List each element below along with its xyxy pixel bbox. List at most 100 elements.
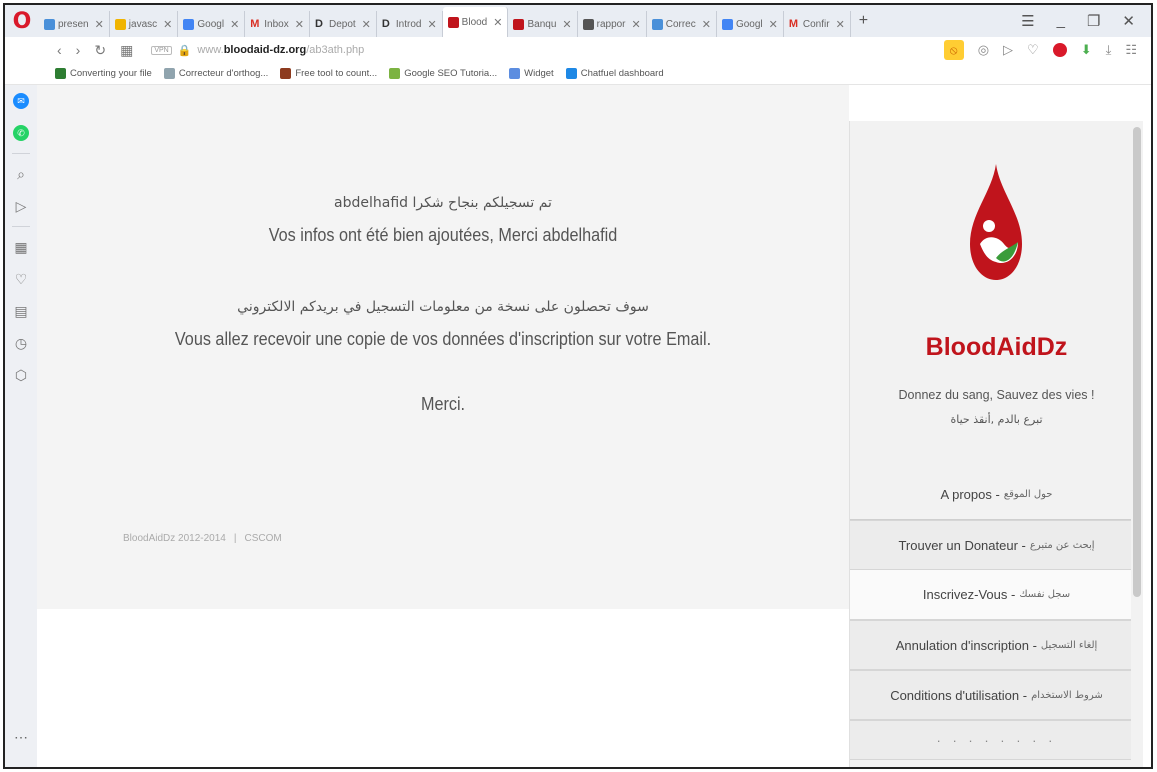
forward-icon[interactable]: › [76,42,81,58]
menu-item-terms[interactable]: Conditions d'utilisation - شروط الاستخدام [850,670,1143,720]
bookmark-item[interactable]: Widget [509,68,554,79]
url-field[interactable]: VPN 🔒 www.bloodaid-dz.org/ab3ath.php [151,44,364,57]
tab-close-icon[interactable]: ✕ [163,18,172,31]
bookmark-item[interactable]: Converting your file [55,68,152,79]
tab[interactable]: Correc ✕ [647,11,717,37]
scrollbar[interactable] [1131,121,1143,767]
tab[interactable]: Googl ✕ [717,11,784,37]
success-message-fr: Vos infos ont été bien ajoutées, Merci a… [268,225,618,245]
opera-menu-icon[interactable]: O [5,5,39,37]
sidebar-extensions[interactable]: ⬡ [5,359,37,391]
tab-favicon-icon [114,18,126,30]
tab-label: Googl [197,18,225,30]
close-window-icon[interactable]: ✕ [1122,12,1135,30]
url-host: bloodaid-dz.org [223,44,307,56]
tab-close-icon[interactable]: ✕ [769,18,778,31]
sidebar-flow[interactable]: ▷ [5,190,37,222]
tab-close-icon[interactable]: ✕ [562,18,571,31]
menu-item-unregister[interactable]: Annulation d'inscription - إلغاء التسجيل [850,620,1143,670]
sidebar-bookmarks[interactable]: ♡ [5,263,37,295]
tab[interactable]: rappor ✕ [578,11,647,37]
url-path: /ab3ath.php [306,44,365,56]
tab-label: Depot [328,18,356,30]
menu-item-about[interactable]: A propos - حول الموقع [850,470,1143,520]
sidebar-divider [12,226,30,227]
tab-label: Confir [802,18,830,30]
settings-icon[interactable]: ☷ [1125,42,1137,58]
tab-close-icon[interactable]: ✕ [427,18,436,31]
speed-dial-icon[interactable]: ▦ [120,42,133,59]
tagline-fr: Donnez du sang, Sauvez des vies ! [898,388,1095,402]
tab[interactable]: presen ✕ [39,11,110,37]
heart-icon[interactable]: ♡ [1027,42,1039,58]
sidebar-whatsapp[interactable]: ✆ [5,117,37,149]
sidebar-speed-dial[interactable]: ▦ [5,231,37,263]
tab-close-icon[interactable]: ✕ [702,18,711,31]
page-blank-area [37,609,849,767]
tab-label: javasc [128,18,158,30]
tab-close-icon[interactable]: ✕ [295,18,304,31]
sidebar-messenger[interactable]: ✉ [5,85,37,117]
tab-close-icon[interactable]: ✕ [632,18,641,31]
search-icon: ⌕ [17,165,25,182]
tab-label: Googl [735,18,763,30]
tab-close-icon[interactable]: ✕ [493,16,502,29]
tab[interactable]: javasc ✕ [110,11,179,37]
site-menu: A propos - حول الموقع Trouver un Donateur… [850,470,1143,760]
bookmark-favicon-icon [163,68,175,79]
bookmark-favicon-icon [509,68,521,79]
tab[interactable]: M Confir ✕ [784,11,851,37]
tab[interactable]: Banqu ✕ [508,11,578,37]
tab[interactable]: Blood ✕ [442,7,509,37]
tab-favicon-icon [582,18,594,30]
scrollbar-thumb[interactable] [1133,127,1141,597]
restore-icon[interactable]: ❐ [1087,12,1100,30]
site-sidebar: BloodAidDz Donnez du sang, Sauvez des vi… [849,121,1143,767]
email-notice-fr: Vous allez recevoir une copie de vos don… [174,329,712,349]
flow-icon: ▷ [15,197,27,214]
bookmark-item[interactable]: Chatfuel dashboard [565,68,664,79]
url-prefix: www. [197,44,224,56]
back-icon[interactable]: ‹ [57,42,62,58]
menu-item-partial[interactable]: · · · · · · · · [850,720,1143,760]
tab[interactable]: D Introd ✕ [377,11,443,37]
footer-copyright: BloodAidDz 2012-2014 [123,533,226,544]
sidebar-more[interactable]: ⋯ [5,721,37,753]
camera-icon[interactable]: ◎ [978,42,989,58]
footer-company-link[interactable]: CSCOM [244,533,281,544]
extension-stop-icon[interactable] [1052,43,1067,57]
reload-icon[interactable]: ↻ [94,42,106,59]
window-controls: ☰ _ ❐ ✕ [1021,12,1151,30]
tab-favicon-icon: D [381,17,390,30]
extension-download-icon[interactable]: ⬇ [1081,42,1092,58]
tab[interactable]: M Inbox ✕ [245,11,310,37]
tab-label: Banqu [527,18,557,30]
tab-close-icon[interactable]: ✕ [95,18,104,31]
tab[interactable]: Googl ✕ [178,11,246,37]
tab-close-icon[interactable]: ✕ [362,18,371,31]
tab-close-icon[interactable]: ✕ [230,18,239,31]
tab-label: Inbox [264,18,289,30]
new-tab-icon[interactable]: + [851,12,876,30]
sidebar-news[interactable]: ▤ [5,295,37,327]
send-icon[interactable]: ▷ [1003,42,1013,58]
lock-icon[interactable]: 🔒 [178,44,192,57]
bookmark-item[interactable]: Google SEO Tutoria... [389,68,497,79]
tab-close-icon[interactable]: ✕ [836,18,845,31]
downloads-icon[interactable]: ⤓ [1106,42,1112,58]
tab[interactable]: D Depot ✕ [310,11,377,37]
vpn-badge[interactable]: VPN [151,45,172,55]
sidebar-search[interactable]: ⌕ [5,158,37,190]
minimize-icon[interactable]: _ [1057,12,1065,30]
thanks-text: Merci. [420,394,466,414]
menu-item-register[interactable]: Inscrivez-Vous - سجل نفسك [850,570,1143,620]
tab-menu-icon[interactable]: ☰ [1021,12,1034,30]
sidebar-history[interactable]: ◷ [5,327,37,359]
bookmark-item[interactable]: Free tool to count... [280,68,377,79]
menu-item-find-donor[interactable]: Trouver un Donateur - إبحث عن متبرع [850,520,1143,570]
navigation-buttons: ‹ › ↻ ▦ [5,42,133,59]
footer-separator: | [233,533,237,544]
adblock-icon[interactable]: ⦸ [943,40,964,60]
grid-icon: ▦ [14,238,28,255]
bookmark-item[interactable]: Correcteur d'orthog... [163,68,268,79]
